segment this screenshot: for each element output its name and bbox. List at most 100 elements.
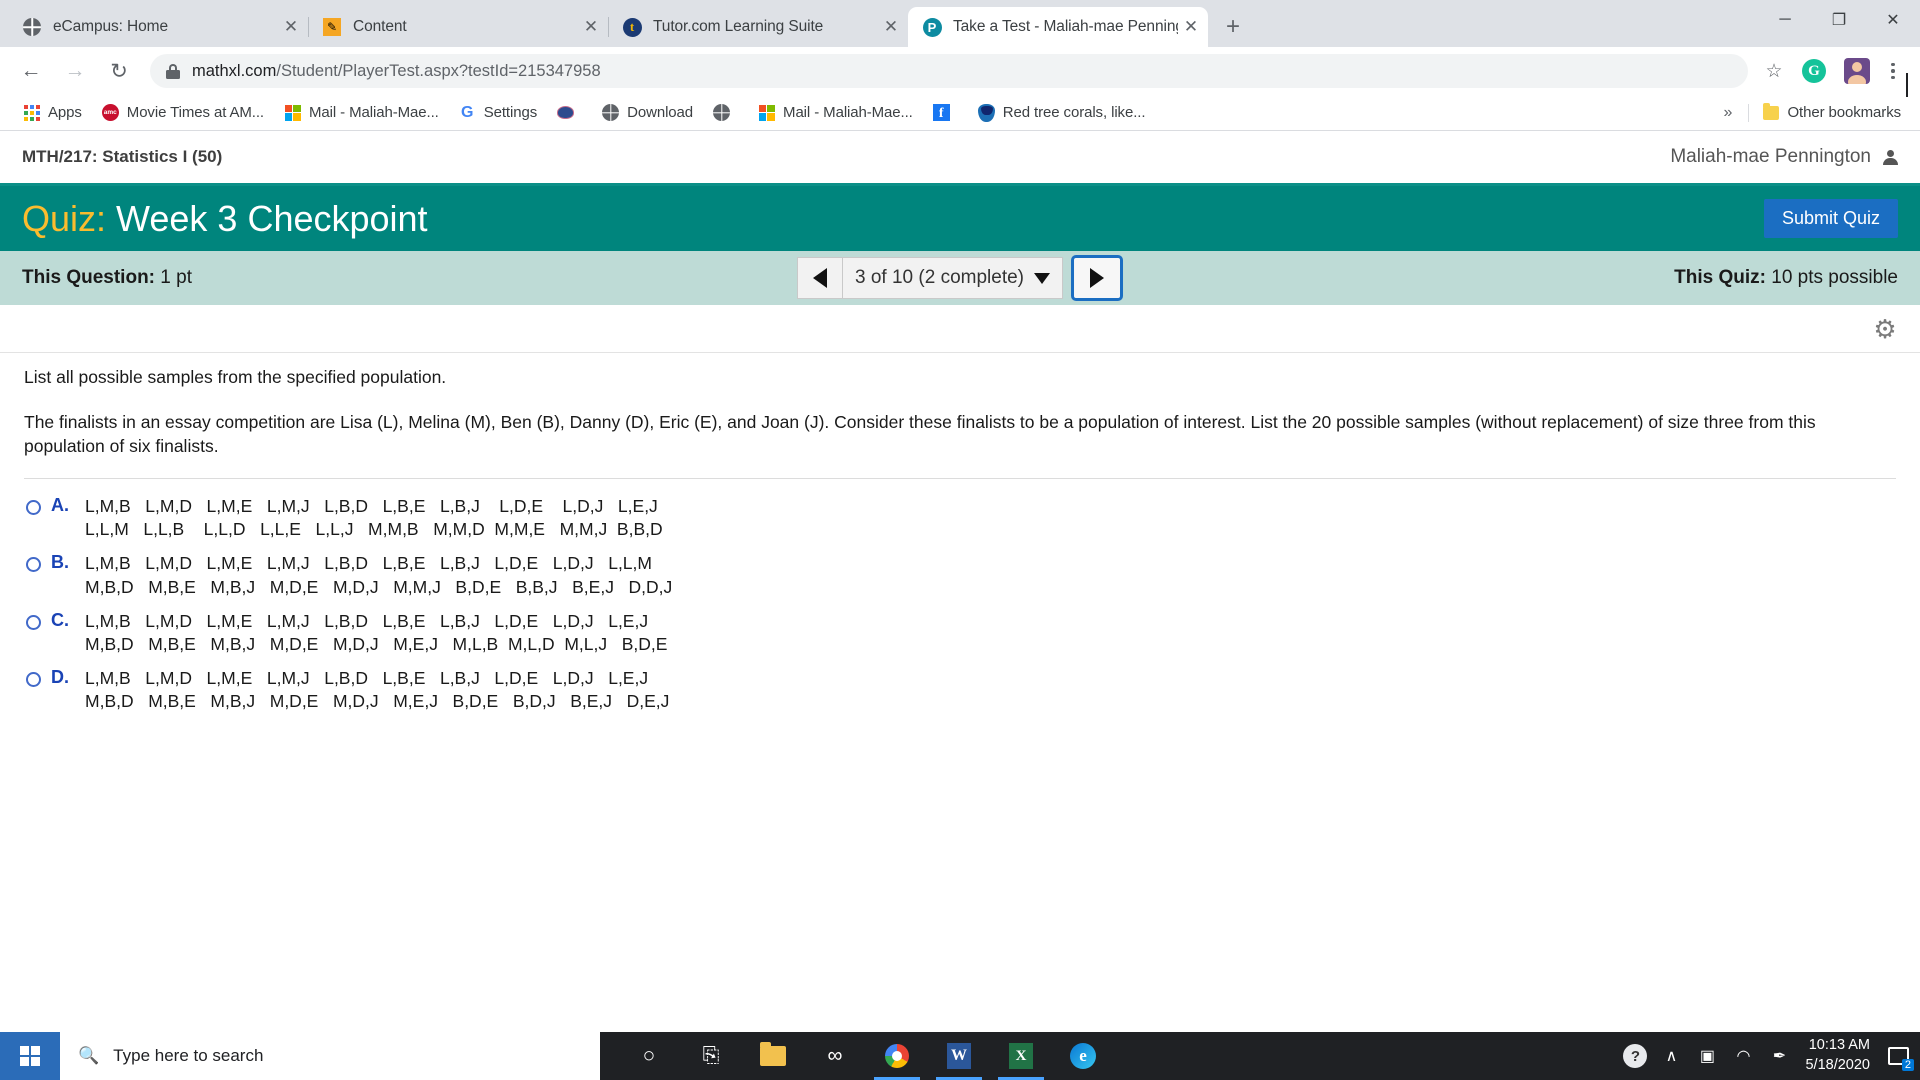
taskbar-clock[interactable]: 10:13 AM 5/18/2020 xyxy=(1797,1036,1884,1075)
browser-tab-strip: eCampus: Home ✕ ✎ Content ✕ t Tutor.com … xyxy=(0,0,1920,47)
forward-icon[interactable]: → xyxy=(56,52,94,90)
choice-text: L,M,B L,M,D L,M,E L,M,J L,B,D L,B,E L,B,… xyxy=(85,667,669,713)
chevron-down-icon[interactable] xyxy=(1033,272,1050,284)
choice-letter: C. xyxy=(51,609,69,630)
reload-icon[interactable]: ↻ xyxy=(100,52,138,90)
choice-line-1: L,M,B L,M,D L,M,E L,M,J L,B,D L,B,E L,B,… xyxy=(85,610,649,631)
file-explorer-icon[interactable] xyxy=(742,1032,804,1080)
search-placeholder: Type here to search xyxy=(113,1046,264,1065)
pen-icon[interactable]: ✒ xyxy=(1761,1032,1797,1080)
bookmark-star-icon[interactable]: ☆ xyxy=(1756,53,1792,89)
address-bar[interactable]: mathxl.com/Student/PlayerTest.aspx?testI… xyxy=(150,54,1748,88)
question-body: List all possible samples from the speci… xyxy=(0,353,1920,713)
user-avatar-icon[interactable] xyxy=(1883,149,1898,165)
close-icon[interactable]: ✕ xyxy=(278,14,304,40)
radio-button[interactable] xyxy=(26,671,41,687)
bookmark-facebook[interactable]: f xyxy=(924,99,967,127)
grammarly-extension-icon[interactable]: G xyxy=(1802,59,1826,83)
browser-tab-2[interactable]: ✎ Content ✕ xyxy=(308,7,608,47)
new-tab-button[interactable]: + xyxy=(1216,10,1250,44)
page-title: Quiz: Week 3 Checkpoint xyxy=(22,198,428,240)
wifi-icon[interactable]: ◠ xyxy=(1725,1032,1761,1080)
answer-choice-d[interactable]: D. L,M,B L,M,D L,M,E L,M,J L,B,D L,B,E L… xyxy=(26,667,1896,713)
next-question-button[interactable] xyxy=(1070,255,1123,301)
bookmark-movie-times[interactable]: amc Movie Times at AM... xyxy=(93,99,273,127)
browser-tab-4-active[interactable]: P Take a Test - Maliah-mae Penning ✕ xyxy=(908,7,1208,47)
quiz-header: Quiz: Week 3 Checkpoint Submit Quiz xyxy=(0,183,1920,251)
lock-icon xyxy=(166,63,180,79)
excel-icon[interactable]: X xyxy=(990,1032,1052,1080)
bookmark-globe-2[interactable] xyxy=(704,99,747,127)
user-name: Maliah-mae Pennington xyxy=(1670,146,1871,167)
edge-icon[interactable]: e xyxy=(1052,1032,1114,1080)
minimize-icon[interactable]: ─ xyxy=(1758,0,1812,40)
triangle-right-icon xyxy=(1089,268,1104,288)
answer-choice-b[interactable]: B. L,M,B L,M,D L,M,E L,M,J L,B,D L,B,E L… xyxy=(26,552,1896,598)
bookmark-settings[interactable]: G Settings xyxy=(450,99,546,127)
question-text: The finalists in an essay competition ar… xyxy=(24,412,1816,457)
cortana-icon[interactable]: ○ xyxy=(618,1032,680,1080)
screen-icon[interactable]: ▣ xyxy=(1689,1032,1725,1080)
previous-question-button[interactable] xyxy=(797,257,844,299)
window-controls: ─ ❐ ✕ xyxy=(1758,0,1920,40)
close-icon[interactable]: ✕ xyxy=(1178,14,1204,40)
bookmark-download[interactable]: Download xyxy=(593,99,702,127)
answer-choices: A. L,M,B L,M,D L,M,E L,M,J L,B,D L,B,E L… xyxy=(24,495,1896,713)
user-area[interactable]: Maliah-mae Pennington xyxy=(1670,146,1898,168)
close-icon[interactable]: ✕ xyxy=(578,14,604,40)
pearson-icon: P xyxy=(922,17,942,37)
bookmark-mail-2[interactable]: Mail - Maliah-Mae... xyxy=(749,99,922,127)
chrome-menu-icon[interactable] xyxy=(1878,54,1908,88)
start-button[interactable] xyxy=(0,1032,60,1080)
word-icon[interactable]: W xyxy=(928,1032,990,1080)
toolbar-actions: ☆ G xyxy=(1756,53,1908,89)
globe-icon xyxy=(22,17,42,37)
browser-tab-1[interactable]: eCampus: Home ✕ xyxy=(8,7,308,47)
bookmark-blue-blob[interactable] xyxy=(548,99,591,127)
chevron-double-right-icon[interactable]: » xyxy=(1712,104,1745,122)
this-quiz-label: This Quiz: xyxy=(1674,267,1766,288)
maximize-icon[interactable]: ❐ xyxy=(1812,0,1866,40)
taskbar-search-input[interactable]: 🔍 Type here to search xyxy=(60,1032,600,1080)
bookmark-label: Download xyxy=(627,104,694,121)
choice-letter: A. xyxy=(51,495,69,516)
radio-button[interactable] xyxy=(26,500,41,516)
choice-text: L,M,B L,M,D L,M,E L,M,J L,B,D L,B,E L,B,… xyxy=(85,495,663,541)
choice-line-1: L,M,B L,M,D L,M,E L,M,J L,B,D L,B,E L,B,… xyxy=(85,667,649,688)
choice-line-1: L,M,B L,M,D L,M,E L,M,J L,B,D L,B,E L,B,… xyxy=(85,553,652,574)
question-select[interactable]: 3 of 10 (2 complete) xyxy=(843,257,1063,299)
chrome-icon[interactable] xyxy=(866,1032,928,1080)
answer-choice-a[interactable]: A. L,M,B L,M,D L,M,E L,M,J L,B,D L,B,E L… xyxy=(26,495,1896,541)
window-close-icon[interactable]: ✕ xyxy=(1866,0,1920,40)
bookmark-red-tree-corals[interactable]: Red tree corals, like... xyxy=(969,99,1155,127)
course-title: MTH/217: Statistics I (50) xyxy=(22,147,223,166)
choice-letter: D. xyxy=(51,666,69,687)
bookmark-other-bookmarks[interactable]: Other bookmarks xyxy=(1753,99,1910,127)
bookmark-mail-1[interactable]: Mail - Maliah-Mae... xyxy=(275,99,448,127)
url-path: /Student/PlayerTest.aspx?testId=21534795… xyxy=(276,61,601,80)
this-question-value: 1 pt xyxy=(160,267,192,288)
radio-button[interactable] xyxy=(26,557,41,573)
radio-button[interactable] xyxy=(26,614,41,630)
submit-quiz-button[interactable]: Submit Quiz xyxy=(1763,199,1898,238)
profile-avatar[interactable] xyxy=(1844,58,1870,84)
browser-tab-3[interactable]: t Tutor.com Learning Suite ✕ xyxy=(608,7,908,47)
gear-icon[interactable]: ⚙ xyxy=(1872,316,1898,342)
back-icon[interactable]: ← xyxy=(12,52,50,90)
notifications-button[interactable]: 2 xyxy=(1884,1032,1914,1080)
tab-title: eCampus: Home xyxy=(53,18,168,35)
infinity-icon[interactable]: ∞ xyxy=(804,1032,866,1080)
task-view-icon[interactable]: ⎘ xyxy=(680,1032,742,1080)
quiz-status-bar: This Question: 1 pt 3 of 10 (2 complete)… xyxy=(0,251,1920,305)
divider xyxy=(1748,103,1750,122)
help-circle-icon[interactable]: ? xyxy=(1617,1032,1653,1080)
bookmark-label: Mail - Maliah-Mae... xyxy=(783,104,913,121)
bookmark-apps[interactable]: Apps xyxy=(14,99,91,127)
close-icon[interactable]: ✕ xyxy=(878,14,904,40)
text-cursor xyxy=(1906,73,1908,97)
windows-logo-icon xyxy=(20,1046,40,1066)
search-icon: 🔍 xyxy=(78,1046,100,1065)
this-quiz-status: This Quiz: 10 pts possible xyxy=(1674,267,1898,289)
chevron-up-icon[interactable]: ∧ xyxy=(1653,1032,1689,1080)
answer-choice-c[interactable]: C. L,M,B L,M,D L,M,E L,M,J L,B,D L,B,E L… xyxy=(26,610,1896,656)
